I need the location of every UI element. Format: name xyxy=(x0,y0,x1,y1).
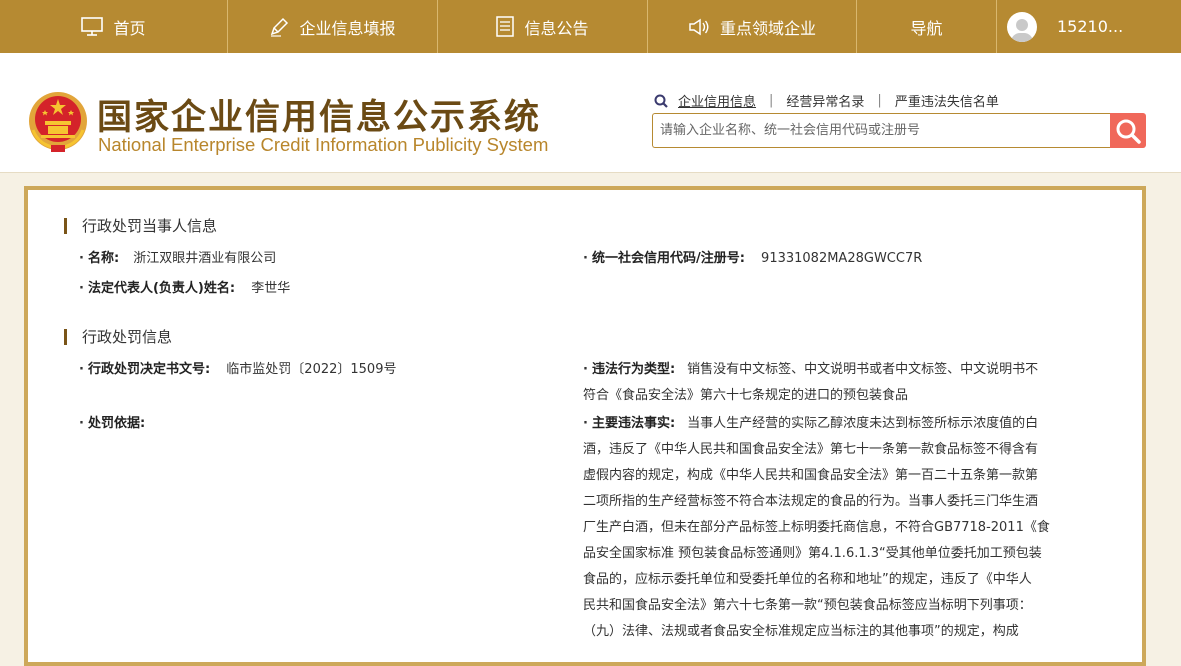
type-line: 符合《食品安全法》第六十七条规定的进口的预包装食品 xyxy=(583,388,909,403)
user-name: 15210... xyxy=(1057,17,1124,36)
facts-line: 品安全国家标准 预包装食品标签通则》第4.1.6.1.3“受其他单位委托加工预包… xyxy=(583,546,1042,561)
pen-icon xyxy=(271,17,289,37)
national-emblem-icon xyxy=(29,92,87,152)
tab-blacklist[interactable]: 严重违法失信名单 xyxy=(895,91,999,110)
field-credit-code: · 统一社会信用代码/注册号: 91331082MA28GWCC7R xyxy=(583,251,923,266)
facts-line: 食品的，应标示委托单位和受委托单位的名称和地址”的规定，违反了《中华人 xyxy=(583,572,1032,587)
rep-label: 法定代表人(负责人)姓名: xyxy=(87,281,236,296)
field-penalty-basis: · 处罚依据: xyxy=(79,416,146,431)
facts-label: 主要违法事实: xyxy=(591,416,676,431)
section-bar xyxy=(64,217,67,234)
monitor-icon xyxy=(81,16,104,36)
doc-value: 临市监处罚〔2022〕1509号 xyxy=(226,362,397,377)
section-party-info: 行政处罚当事人信息 xyxy=(64,215,217,236)
section-title-text: 行政处罚信息 xyxy=(82,328,173,346)
code-value: 91331082MA28GWCC7R xyxy=(761,251,923,266)
search-input[interactable] xyxy=(652,113,1110,148)
facts-line: （九）法律、法规或者食品安全标准规定应当标注的其他事项”的规定，构成 xyxy=(583,624,1019,639)
tab-enterprise-credit[interactable]: 企业信用信息 xyxy=(678,91,756,110)
doc-label: 行政处罚决定书文号: xyxy=(87,362,211,377)
site-title-english: National Enterprise Credit Information P… xyxy=(98,134,549,155)
nav-notice-label: 信息公告 xyxy=(524,18,589,38)
field-violation-type: · 违法行为类型: 销售没有中文标签、中文说明书或者中文标签、中文说明书不 符合《食… xyxy=(583,357,1093,409)
search-button[interactable] xyxy=(1110,113,1146,148)
field-main-facts: · 主要违法事实: 当事人生产经营的实际乙醇浓度未达到标签所标示浓度值的白 酒，违反… xyxy=(583,411,1103,645)
field-name: · 名称: 浙江双眼井酒业有限公司 xyxy=(79,251,277,266)
nav-guide-label: 导航 xyxy=(910,18,943,38)
search-icon xyxy=(654,94,668,108)
section-title-text: 行政处罚当事人信息 xyxy=(82,217,218,235)
nav-user[interactable]: 15210... xyxy=(997,0,1181,53)
separator: | xyxy=(877,93,882,108)
facts-line: 民共和国食品安全法》第六十七条第一款“预包装食品标签应当标明下列事项： xyxy=(583,598,1032,613)
document-icon xyxy=(496,16,515,37)
magnifier-icon xyxy=(1116,119,1141,144)
nav-report-label: 企业信息填报 xyxy=(299,18,396,38)
separator: | xyxy=(769,93,774,108)
nav-home[interactable]: 首页 xyxy=(0,0,228,53)
nav-report[interactable]: 企业信息填报 xyxy=(228,0,438,53)
avatar xyxy=(1007,11,1037,42)
nav-key-enterprises[interactable]: 重点领域企业 xyxy=(648,0,857,53)
section-bar xyxy=(64,328,67,345)
tab-abnormal-list[interactable]: 经营异常名录 xyxy=(786,91,864,110)
nav-notice[interactable]: 信息公告 xyxy=(438,0,648,53)
name-label: 名称: xyxy=(87,251,120,266)
top-navigation: 首页 企业信息填报 信息公告 重点领域企业 导航 15210... xyxy=(0,0,1181,53)
code-label: 统一社会信用代码/注册号: xyxy=(591,251,745,266)
facts-line: 虚假内容的规定，构成《中华人民共和国食品安全法》第一百二十五条第一款第 xyxy=(583,468,1039,483)
site-title-chinese: 国家企业信用信息公示系统 xyxy=(97,98,542,138)
field-decision-number: · 行政处罚决定书文号: 临市监处罚〔2022〕1509号 xyxy=(79,362,397,377)
type-label: 违法行为类型: xyxy=(591,362,676,377)
facts-line: 二项所指的生产经营标签不符合本法规定的食品的行为。当事人委托三门华生酒 xyxy=(583,494,1039,509)
speaker-icon xyxy=(689,18,709,35)
content-panel: 行政处罚当事人信息 · 名称: 浙江双眼井酒业有限公司 · 统一社会信用代码/注册号… xyxy=(24,186,1146,666)
nav-key-label: 重点领域企业 xyxy=(719,18,816,38)
facts-line: 酒，违反了《中华人民共和国食品安全法》第七十一条第一款食品标签不得含有 xyxy=(583,442,1039,457)
field-legal-rep: · 法定代表人(负责人)姓名: 李世华 xyxy=(79,281,291,296)
facts-line: 当事人生产经营的实际乙醇浓度未达到标签所标示浓度值的白 xyxy=(687,416,1039,431)
search-tabs: 企业信用信息 | 经营异常名录 | 严重违法失信名单 xyxy=(654,91,999,110)
facts-line: 厂生产白酒，但未在部分产品标签上标明委托商信息，不符合GB7718-2011《食 xyxy=(583,520,1050,535)
nav-guide[interactable]: 导航 xyxy=(857,0,997,53)
basis-label: 处罚依据: xyxy=(87,416,146,431)
nav-home-label: 首页 xyxy=(113,18,146,38)
site-header: 国家企业信用信息公示系统 National Enterprise Credit … xyxy=(0,53,1181,173)
type-line: 销售没有中文标签、中文说明书或者中文标签、中文说明书不 xyxy=(687,362,1039,377)
rep-value: 李世华 xyxy=(251,281,291,296)
section-penalty-info: 行政处罚信息 xyxy=(64,326,172,347)
name-value: 浙江双眼井酒业有限公司 xyxy=(133,251,277,266)
